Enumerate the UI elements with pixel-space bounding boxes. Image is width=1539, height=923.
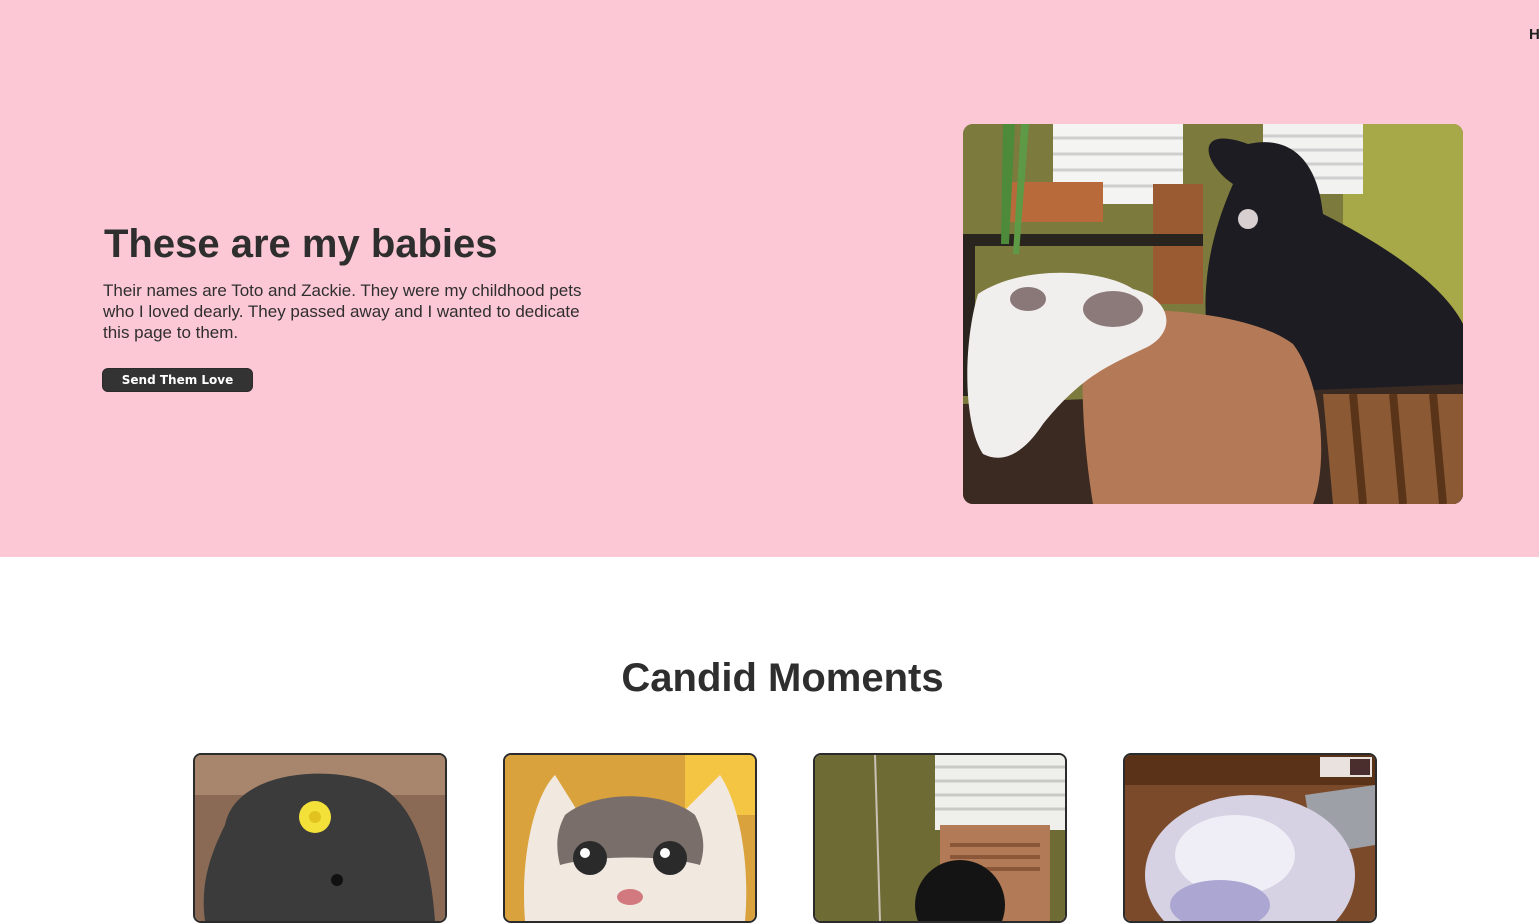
gallery-photo-dog-window[interactable] (813, 753, 1067, 923)
gallery-title: Candid Moments (621, 656, 944, 700)
send-love-button[interactable]: Send Them Love (102, 368, 253, 392)
nav-home-link[interactable]: Home (1529, 26, 1539, 43)
hero-description: Their names are Toto and Zackie. They we… (103, 281, 582, 342)
gallery-photo-dog-flower[interactable] (193, 753, 447, 923)
gallery-photo-cat-closeup[interactable] (503, 753, 757, 923)
hero-title: These are my babies (104, 222, 498, 266)
hero-pets-photo (963, 124, 1463, 504)
gallery-photo-fluffy-cat[interactable] (1123, 753, 1377, 923)
hero-section: Home These are my babies Their names are… (0, 0, 1539, 557)
